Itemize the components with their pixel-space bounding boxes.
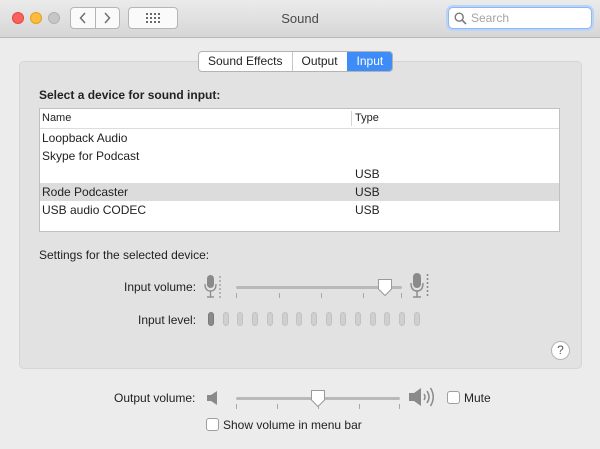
- table-row[interactable]: USB audio CODEC USB: [40, 201, 559, 219]
- table-header: Name Type: [40, 109, 559, 129]
- input-level-segment: [399, 312, 406, 326]
- tab-bar: Sound Effects Output Input: [198, 51, 394, 72]
- device-name: Rode Podcaster: [42, 185, 129, 199]
- show-volume-checkbox[interactable]: [206, 418, 219, 431]
- help-button[interactable]: ?: [551, 341, 570, 360]
- input-volume-label: Input volume:: [124, 280, 197, 294]
- tab-input[interactable]: Input: [346, 52, 393, 71]
- input-level-segment: [237, 312, 244, 326]
- input-level-segment: [310, 312, 317, 326]
- show-volume-label[interactable]: Show volume in menu bar: [223, 418, 362, 432]
- device-section-title: Select a device for sound input:: [39, 88, 221, 102]
- microphone-low-icon: [204, 275, 221, 298]
- table-row-selected[interactable]: Rode Podcaster USB: [40, 183, 559, 201]
- slider-tick: [399, 404, 400, 409]
- output-volume-label: Output volume:: [114, 391, 196, 405]
- slider-tick: [277, 404, 278, 409]
- device-settings-label: Settings for the selected device:: [39, 248, 210, 262]
- tab-output[interactable]: Output: [291, 52, 347, 71]
- forward-button[interactable]: [94, 8, 120, 28]
- forward-arrow-icon: [104, 12, 111, 24]
- input-level-segment: [340, 312, 347, 326]
- search-icon: [454, 12, 467, 25]
- input-level-segment: [281, 312, 288, 326]
- column-header-type[interactable]: Type: [355, 112, 379, 124]
- slider-tick: [363, 293, 364, 298]
- input-level-segment: [413, 312, 420, 326]
- table-row[interactable]: USB: [40, 165, 559, 183]
- slider-tick: [321, 293, 322, 298]
- output-volume-thumb[interactable]: [310, 389, 326, 408]
- input-level-segment: [325, 312, 332, 326]
- slider-tick: [359, 404, 360, 409]
- device-type: USB: [355, 167, 380, 181]
- back-button[interactable]: [71, 8, 95, 28]
- column-header-name[interactable]: Name: [42, 112, 71, 124]
- input-level-segment: [252, 312, 259, 326]
- device-type: USB: [355, 185, 380, 199]
- table-row[interactable]: Skype for Podcast: [40, 147, 559, 165]
- mute-checkbox[interactable]: [447, 391, 460, 404]
- mute-label[interactable]: Mute: [464, 391, 491, 405]
- input-level-segment: [384, 312, 391, 326]
- microphone-high-icon: [410, 273, 429, 298]
- input-level-segment: [296, 312, 303, 326]
- minimize-window-button[interactable]: [30, 12, 42, 24]
- device-type: USB: [355, 203, 380, 217]
- table-row[interactable]: Loopback Audio: [40, 129, 559, 147]
- device-name: Skype for Podcast: [42, 149, 140, 163]
- input-level-segment: [355, 312, 361, 326]
- device-name: Loopback Audio: [42, 131, 128, 145]
- window-title: Sound: [281, 11, 319, 26]
- back-arrow-icon: [79, 12, 86, 24]
- input-level-segment: [208, 312, 214, 326]
- speaker-high-icon: [409, 387, 434, 407]
- slider-tick: [401, 293, 402, 298]
- show-all-grid-icon: [146, 13, 160, 23]
- slider-tick: [279, 293, 280, 298]
- input-volume-thumb[interactable]: [377, 278, 393, 297]
- column-divider: [351, 111, 352, 126]
- slider-tick: [236, 404, 237, 409]
- device-name: USB audio CODEC: [42, 203, 147, 217]
- show-all-button[interactable]: [128, 7, 178, 29]
- input-level-segment: [369, 312, 376, 326]
- zoom-window-button[interactable]: [48, 12, 60, 24]
- input-level-segment: [266, 312, 273, 326]
- input-level-label: Input level:: [138, 313, 197, 327]
- search-input[interactable]: [471, 10, 586, 26]
- search-field[interactable]: [448, 7, 592, 29]
- history-navigation: [70, 7, 120, 29]
- speaker-low-icon: [207, 391, 217, 405]
- title-bar: Sound: [0, 0, 600, 38]
- tab-sound-effects[interactable]: Sound Effects: [199, 52, 291, 71]
- close-window-button[interactable]: [12, 12, 24, 24]
- slider-tick: [236, 293, 237, 298]
- device-table[interactable]: Name Type Loopback Audio Skype for Podca…: [39, 108, 560, 232]
- input-level-segment: [222, 312, 229, 326]
